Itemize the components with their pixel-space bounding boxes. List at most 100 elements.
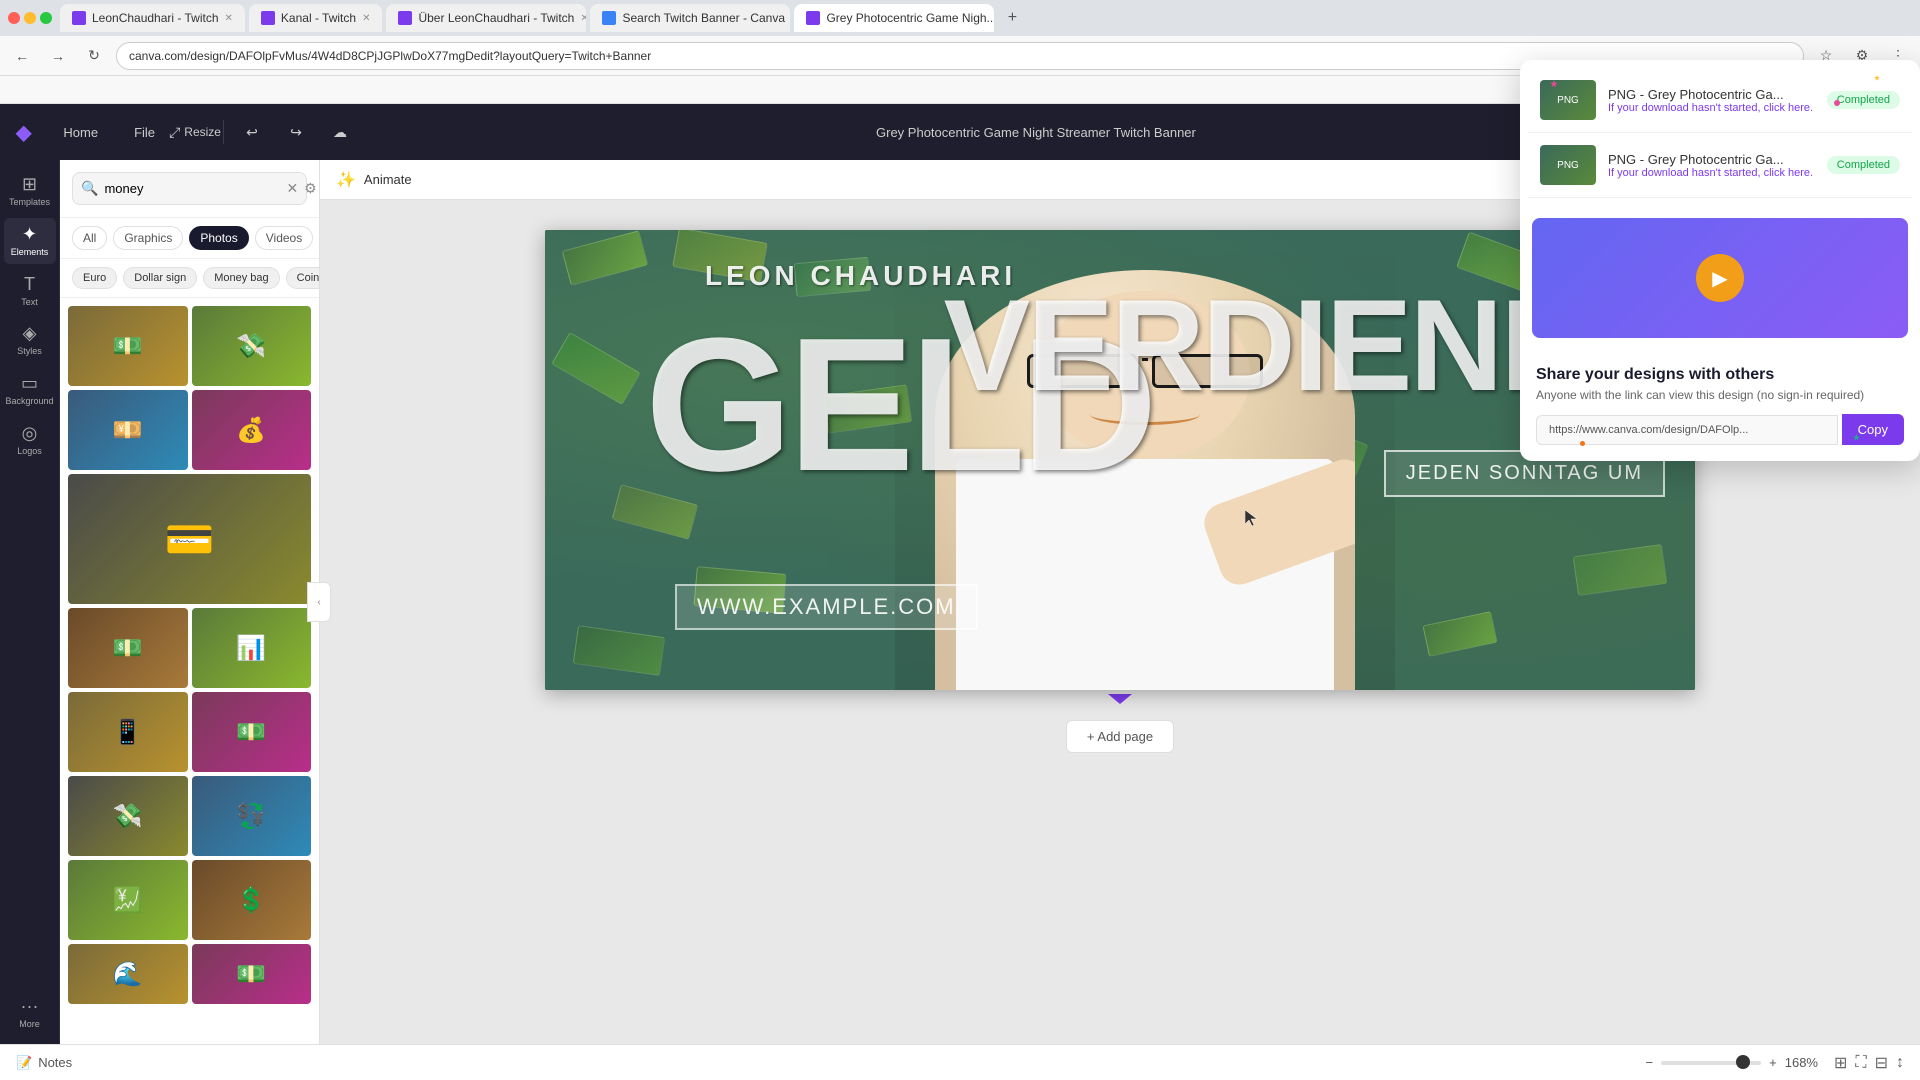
design-url-text[interactable]: WWW.EXAMPLE.COM: [675, 584, 978, 630]
bookmark-9[interactable]: [152, 79, 168, 101]
bookmark-7[interactable]: [116, 79, 132, 101]
photo-row-2: 💴 💰: [68, 390, 311, 470]
bookmark-15[interactable]: [260, 79, 276, 101]
sidebar-item-elements[interactable]: ✦ Elements: [4, 218, 56, 264]
bookmark-3[interactable]: [44, 79, 60, 101]
add-page-button[interactable]: + Add page: [1066, 720, 1174, 753]
back-button[interactable]: ←: [8, 42, 36, 70]
copy-button[interactable]: Copy: [1842, 414, 1904, 445]
download-link-2[interactable]: If your download hasn't started, click h…: [1608, 167, 1815, 179]
bottom-bar: 📝 Notes − + 168% ⊞ ⛶ ⊟ ↕: [0, 1044, 1920, 1080]
photo-item-15[interactable]: 💵: [192, 944, 312, 1004]
search-clear-button[interactable]: ✕: [286, 180, 298, 197]
zoom-in-button[interactable]: +: [1769, 1055, 1777, 1070]
animate-sparkle-icon: ✨: [336, 170, 356, 190]
bookmark-5[interactable]: [80, 79, 96, 101]
forward-button[interactable]: →: [44, 42, 72, 70]
fit-page-button[interactable]: ⊞: [1834, 1053, 1847, 1073]
file-button[interactable]: File: [122, 119, 167, 146]
photo-item-13[interactable]: 💲: [192, 860, 312, 940]
new-tab-button[interactable]: +: [998, 4, 1026, 32]
photo-item-14[interactable]: 🌊: [68, 944, 188, 1004]
photo-item-2[interactable]: 💸: [192, 306, 312, 386]
search-filter-button[interactable]: ⚙: [304, 180, 317, 197]
chip-euro[interactable]: Euro: [72, 267, 117, 289]
photo-item-3[interactable]: 💴: [68, 390, 188, 470]
bookmark-13[interactable]: [224, 79, 240, 101]
grid-button[interactable]: ⊟: [1875, 1053, 1888, 1073]
canva-main: ⊞ Templates ✦ Elements T Text ◈ Styles ▭…: [0, 160, 1920, 1044]
photo-item-8[interactable]: 📱: [68, 692, 188, 772]
bookmark-8[interactable]: [134, 79, 150, 101]
photo-item-1[interactable]: 💵: [68, 306, 188, 386]
search-input[interactable]: [104, 173, 280, 204]
close-btn[interactable]: [8, 12, 20, 24]
filter-tab-graphics[interactable]: Graphics: [113, 226, 183, 250]
sidebar-item-styles[interactable]: ◈ Styles: [4, 317, 56, 363]
zoom-slider[interactable]: [1661, 1061, 1761, 1065]
bookmark-2[interactable]: [26, 79, 42, 101]
zoom-out-button[interactable]: −: [1646, 1055, 1654, 1070]
chip-moneybag[interactable]: Money bag: [203, 267, 279, 289]
photo-item-6[interactable]: 💵: [68, 608, 188, 688]
resize-label: Resize: [184, 125, 221, 139]
notes-button[interactable]: 📝 Notes: [16, 1055, 72, 1071]
filter-tab-videos[interactable]: Videos: [255, 226, 313, 250]
photo-item-12[interactable]: 💹: [68, 860, 188, 940]
browser-tab-2[interactable]: Kanal - Twitch ✕: [249, 4, 383, 32]
sidebar-item-templates[interactable]: ⊞ Templates: [4, 168, 56, 214]
chip-dollar[interactable]: Dollar sign: [123, 267, 197, 289]
browser-tab-1[interactable]: LeonChaudhari - Twitch ✕: [60, 4, 245, 32]
bookmark-11[interactable]: [188, 79, 204, 101]
canva-logo[interactable]: ◆: [16, 120, 31, 145]
animate-button[interactable]: Animate: [364, 172, 412, 187]
tab-close-1[interactable]: ✕: [225, 13, 233, 24]
photo-item-5[interactable]: 💳: [68, 474, 311, 604]
bookmark-6[interactable]: [98, 79, 114, 101]
bookmark-10[interactable]: [170, 79, 186, 101]
browser-tab-5[interactable]: Grey Photocentric Game Nigh... ✕: [794, 4, 994, 32]
photo-item-11[interactable]: 💱: [192, 776, 312, 856]
redo-button[interactable]: ↪: [280, 116, 312, 148]
video-preview[interactable]: ▶: [1532, 218, 1908, 338]
photo-item-9[interactable]: 💵: [192, 692, 312, 772]
sidebar-item-more[interactable]: ··· More: [4, 990, 56, 1036]
minimize-btn[interactable]: [24, 12, 36, 24]
photo-item-10[interactable]: 💸: [68, 776, 188, 856]
tab-close-2[interactable]: ✕: [362, 13, 370, 24]
design-title: Grey Photocentric Game Night Streamer Tw…: [368, 125, 1704, 140]
photo-item-4[interactable]: 💰: [192, 390, 312, 470]
browser-tab-3[interactable]: Über LeonChaudhari - Twitch ✕: [386, 4, 586, 32]
resize-button[interactable]: ⤢ Resize: [179, 116, 211, 148]
sidebar-item-text[interactable]: T Text: [4, 268, 56, 314]
bookmark-4[interactable]: [62, 79, 78, 101]
templates-icon: ⊞: [22, 174, 37, 195]
undo-button[interactable]: ↩: [236, 116, 268, 148]
browser-tab-bar: LeonChaudhari - Twitch ✕ Kanal - Twitch …: [0, 0, 1920, 36]
photo-item-7[interactable]: 📊: [192, 608, 312, 688]
logos-icon: ◎: [22, 423, 38, 444]
topbar-divider-1: [223, 120, 224, 144]
browser-tab-4[interactable]: Search Twitch Banner - Canva ✕: [590, 4, 790, 32]
help-button[interactable]: ↕: [1896, 1054, 1904, 1072]
bookmark-12[interactable]: [206, 79, 222, 101]
filter-tab-all[interactable]: All: [72, 226, 107, 250]
chip-coins[interactable]: Coins: [286, 267, 319, 289]
sidebar-item-background[interactable]: ▭ Background: [4, 367, 56, 413]
maximize-btn[interactable]: [40, 12, 52, 24]
video-play-button[interactable]: ▶: [1696, 254, 1744, 302]
tab-close-3[interactable]: ✕: [580, 13, 586, 24]
share-url-input[interactable]: [1536, 415, 1838, 445]
home-button[interactable]: Home: [51, 119, 110, 146]
bookmark-14[interactable]: [242, 79, 258, 101]
photo-row-6: 💸 💱: [68, 776, 311, 856]
fullscreen-button[interactable]: ⛶: [1855, 1054, 1866, 1072]
more-label: More: [19, 1019, 40, 1030]
save-button[interactable]: ☁: [324, 116, 356, 148]
filter-tab-photos[interactable]: Photos: [189, 226, 248, 250]
reload-button[interactable]: ↻: [80, 42, 108, 70]
bookmark-1[interactable]: [8, 79, 24, 101]
collapse-panel-button[interactable]: ‹: [307, 582, 331, 622]
search-input-wrap: 🔍 ✕ ⚙: [72, 172, 307, 205]
sidebar-item-logos[interactable]: ◎ Logos: [4, 417, 56, 463]
